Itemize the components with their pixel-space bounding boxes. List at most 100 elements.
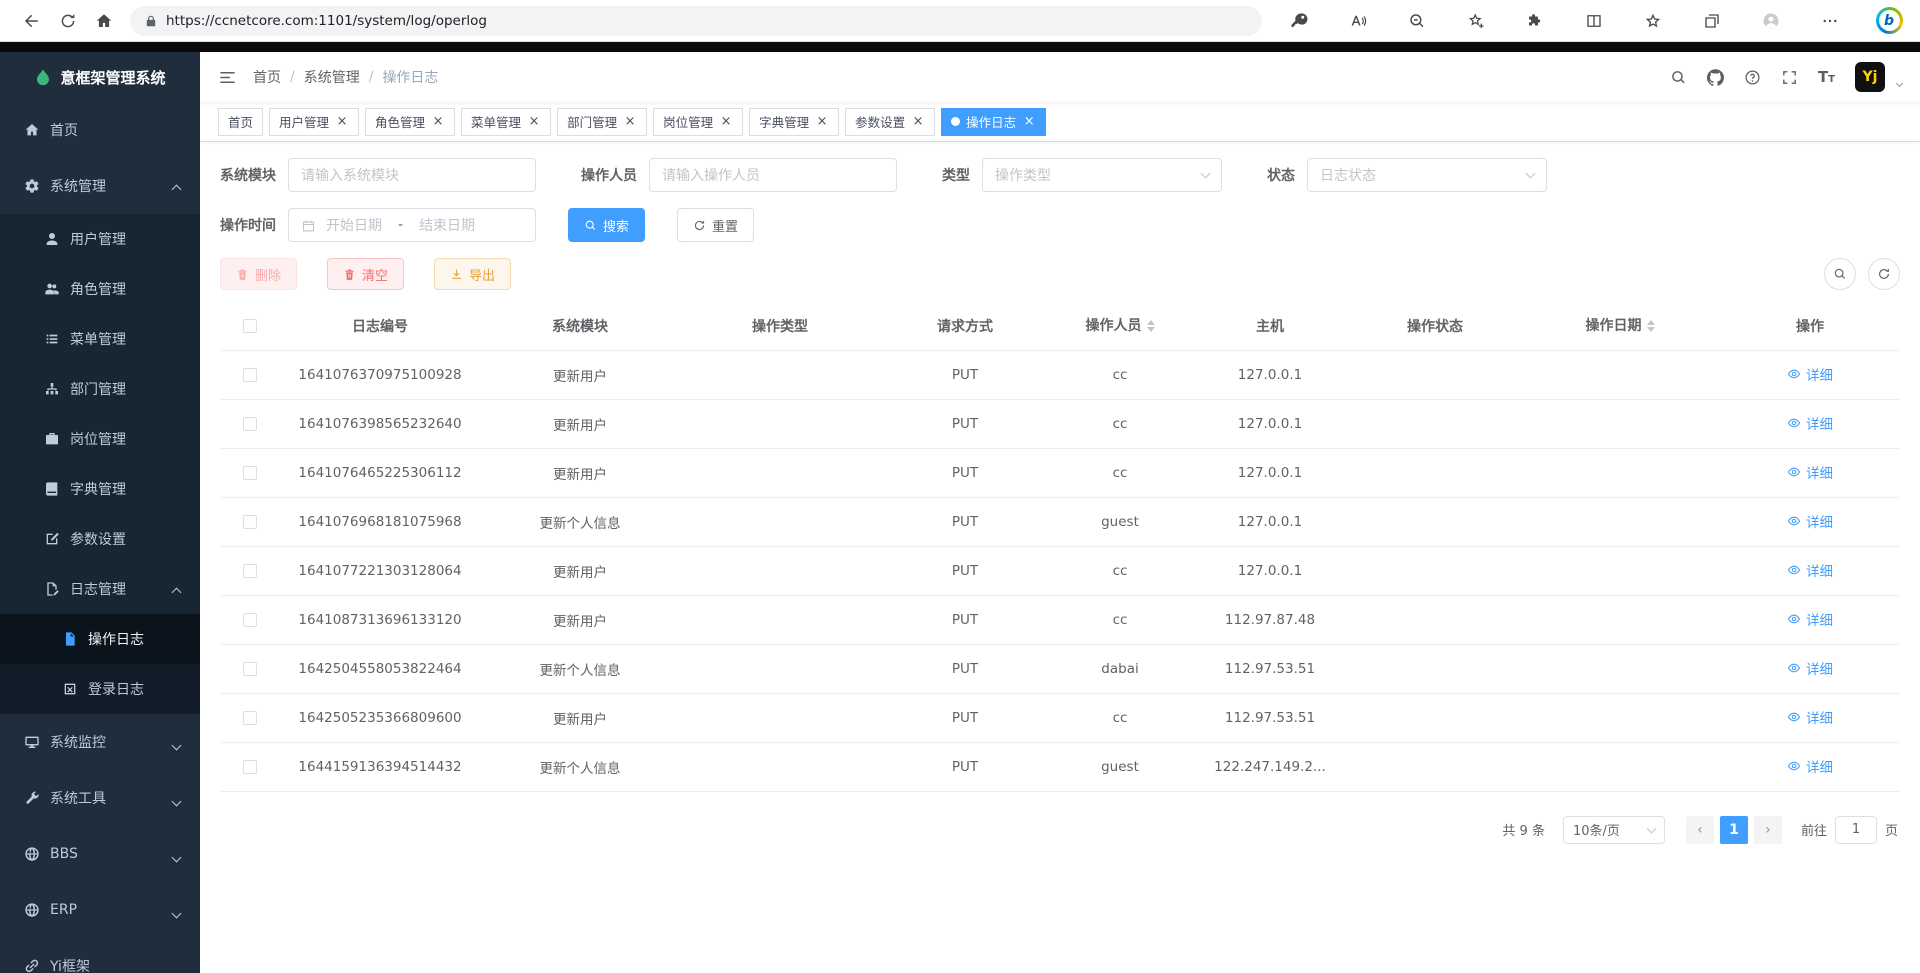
tab-close-icon[interactable]: × (815, 115, 829, 129)
tab-menu-mgmt[interactable]: 菜单管理× (461, 108, 551, 136)
breadcrumb-item[interactable]: 系统管理 (304, 67, 360, 87)
key-icon[interactable] (1284, 6, 1314, 36)
date-range-picker[interactable]: 开始日期 - 结束日期 (288, 208, 536, 242)
sidebar-item-param-settings[interactable]: 参数设置 (0, 514, 200, 564)
favorites-add-icon[interactable] (1461, 6, 1491, 36)
clear-button[interactable]: 清空 (327, 258, 404, 290)
sidebar-item-login-log[interactable]: 登录日志 (0, 664, 200, 714)
tab-close-icon[interactable]: × (719, 115, 733, 129)
row-checkbox[interactable] (243, 368, 257, 382)
prev-page-button[interactable]: ‹ (1686, 816, 1714, 844)
column-operator[interactable]: 操作人员 (1050, 302, 1190, 350)
column-date[interactable]: 操作日期 (1520, 302, 1720, 350)
zoom-out-icon[interactable] (1402, 6, 1432, 36)
detail-link[interactable]: 详细 (1787, 707, 1833, 727)
sidebar-item-operation-log[interactable]: 操作日志 (0, 614, 200, 664)
tab-param-settings[interactable]: 参数设置× (845, 108, 935, 136)
detail-link[interactable]: 详细 (1787, 462, 1833, 482)
sidebar-item-yi-framework[interactable]: Yi框架 (0, 938, 200, 973)
fullscreen-icon[interactable] (1781, 69, 1798, 86)
sidebar-item-menu-mgmt[interactable]: 菜单管理 (0, 314, 200, 364)
sort-icons[interactable] (1147, 316, 1155, 336)
module-input[interactable] (288, 158, 536, 192)
page-size-select[interactable]: 10条/页 (1563, 816, 1665, 844)
browser-home-button[interactable] (86, 4, 122, 38)
status-select[interactable]: 日志状态 (1307, 158, 1547, 192)
sort-asc-icon[interactable] (1147, 316, 1155, 325)
extensions-icon[interactable] (1520, 6, 1550, 36)
sidebar-item-dept-mgmt[interactable]: 部门管理 (0, 364, 200, 414)
search-icon[interactable] (1670, 69, 1687, 86)
row-checkbox[interactable] (243, 466, 257, 480)
detail-link[interactable]: 详细 (1787, 756, 1833, 776)
tab-home[interactable]: 首页 (218, 108, 263, 136)
detail-link[interactable]: 详细 (1787, 560, 1833, 580)
read-aloud-icon[interactable] (1343, 6, 1373, 36)
github-icon[interactable] (1707, 69, 1724, 86)
show-search-button[interactable] (1824, 258, 1856, 290)
bing-icon[interactable]: b (1874, 6, 1904, 36)
sidebar-item-system-monitor[interactable]: 系统监控 (0, 714, 200, 770)
tab-post-mgmt[interactable]: 岗位管理× (653, 108, 743, 136)
sidebar-item-erp[interactable]: ERP (0, 882, 200, 938)
detail-link[interactable]: 详细 (1787, 413, 1833, 433)
tab-close-icon[interactable]: × (911, 115, 925, 129)
row-checkbox[interactable] (243, 760, 257, 774)
detail-link[interactable]: 详细 (1787, 511, 1833, 531)
sort-desc-icon[interactable] (1147, 327, 1155, 336)
row-checkbox[interactable] (243, 662, 257, 676)
select-all-checkbox[interactable] (243, 319, 257, 333)
browser-refresh-button[interactable] (50, 4, 86, 38)
tab-dept-mgmt[interactable]: 部门管理× (557, 108, 647, 136)
user-avatar[interactable]: Yj (1855, 62, 1885, 92)
more-icon[interactable] (1815, 6, 1845, 36)
collections-icon[interactable] (1697, 6, 1727, 36)
type-select[interactable]: 操作类型 (982, 158, 1222, 192)
row-checkbox[interactable] (243, 417, 257, 431)
tab-close-icon[interactable]: × (623, 115, 637, 129)
row-checkbox[interactable] (243, 613, 257, 627)
refresh-table-button[interactable] (1868, 258, 1900, 290)
sort-desc-icon[interactable] (1647, 327, 1655, 336)
sidebar-item-home[interactable]: 首页 (0, 102, 200, 158)
row-checkbox[interactable] (243, 515, 257, 529)
sidebar-item-dict-mgmt[interactable]: 字典管理 (0, 464, 200, 514)
tab-close-icon[interactable]: × (335, 115, 349, 129)
goto-page-input[interactable] (1835, 816, 1877, 844)
tab-user-mgmt[interactable]: 用户管理× (269, 108, 359, 136)
sidebar-item-bbs[interactable]: BBS (0, 826, 200, 882)
page-number[interactable]: 1 (1720, 816, 1748, 844)
row-checkbox[interactable] (243, 711, 257, 725)
sidebar-item-role-mgmt[interactable]: 角色管理 (0, 264, 200, 314)
tab-close-icon[interactable]: × (1022, 115, 1036, 129)
operator-input[interactable] (649, 158, 897, 192)
sort-asc-icon[interactable] (1647, 316, 1655, 325)
sidebar-item-post-mgmt[interactable]: 岗位管理 (0, 414, 200, 464)
search-button[interactable]: 搜索 (568, 208, 645, 242)
profile-icon[interactable] (1756, 6, 1786, 36)
row-checkbox[interactable] (243, 564, 257, 578)
detail-link[interactable]: 详细 (1787, 609, 1833, 629)
breadcrumb-item[interactable]: 首页 (253, 67, 281, 87)
split-screen-icon[interactable] (1579, 6, 1609, 36)
hamburger-icon[interactable] (218, 68, 237, 87)
sidebar-item-user-mgmt[interactable]: 用户管理 (0, 214, 200, 264)
sort-icons[interactable] (1647, 316, 1655, 336)
tab-dict-mgmt[interactable]: 字典管理× (749, 108, 839, 136)
browser-back-button[interactable] (14, 4, 50, 38)
reset-button[interactable]: 重置 (677, 208, 754, 242)
sidebar-item-system-mgmt[interactable]: 系统管理 (0, 158, 200, 214)
sidebar-item-system-tools[interactable]: 系统工具 (0, 770, 200, 826)
detail-link[interactable]: 详细 (1787, 658, 1833, 678)
tab-close-icon[interactable]: × (431, 115, 445, 129)
question-icon[interactable] (1744, 69, 1761, 86)
font-size-icon[interactable]: TT (1818, 68, 1835, 86)
address-bar[interactable]: https://ccnetcore.com:1101/system/log/op… (130, 6, 1262, 36)
detail-link[interactable]: 详细 (1787, 364, 1833, 384)
next-page-button[interactable]: › (1754, 816, 1782, 844)
sidebar-item-log-mgmt[interactable]: 日志管理 (0, 564, 200, 614)
tab-role-mgmt[interactable]: 角色管理× (365, 108, 455, 136)
tab-operation-log[interactable]: 操作日志× (941, 108, 1046, 136)
tab-close-icon[interactable]: × (527, 115, 541, 129)
export-button[interactable]: 导出 (434, 258, 511, 290)
